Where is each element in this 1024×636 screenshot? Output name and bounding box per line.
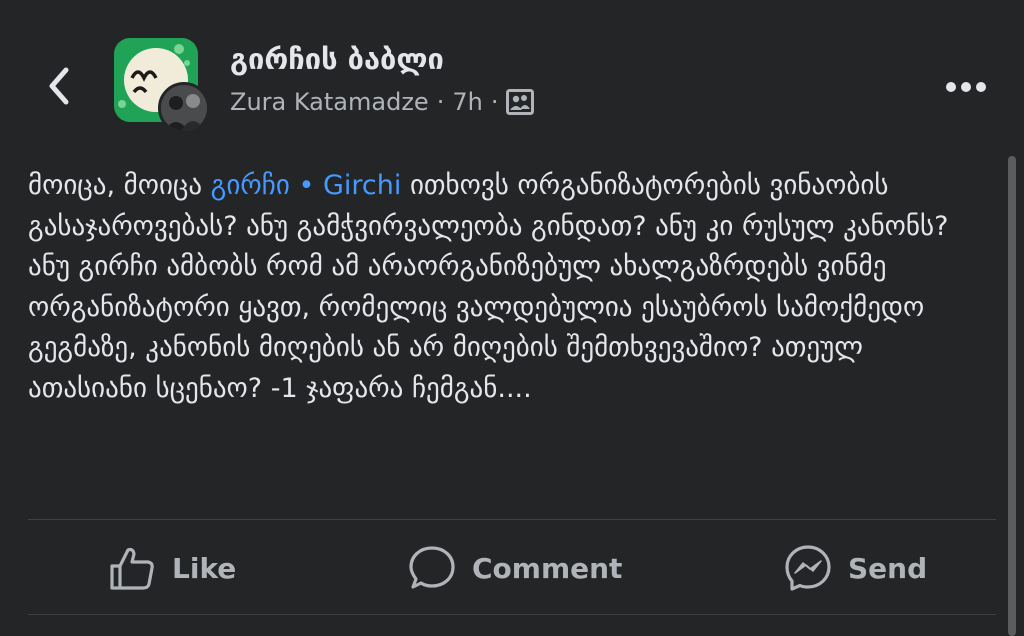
group-name[interactable]: გირჩის ბაბლი xyxy=(230,42,444,76)
author-avatar[interactable] xyxy=(158,82,210,134)
members-group-icon xyxy=(506,89,535,115)
meta-separator: · xyxy=(490,88,499,116)
chevron-left-icon xyxy=(49,67,69,105)
divider xyxy=(28,614,996,615)
scrollbar[interactable] xyxy=(1008,156,1016,636)
meta-separator: · xyxy=(436,88,445,116)
post-time[interactable]: 7h xyxy=(452,88,482,116)
more-horizontal-icon xyxy=(946,82,986,92)
post-text-body: ითხოვს ორგანიზატორების ვინაობის გასაჯარო… xyxy=(28,170,949,404)
back-button[interactable] xyxy=(38,66,78,106)
post-text: მოიცა, მოიცა გირჩი • Girchi ითხოვს ორგან… xyxy=(28,166,988,409)
comment-bubble-icon xyxy=(409,546,455,589)
avatar-stack[interactable] xyxy=(114,38,210,134)
messenger-icon xyxy=(785,545,831,591)
comment-label: Comment xyxy=(472,551,623,585)
post-text-intro: მოიცა, მოიცა xyxy=(28,170,211,201)
like-button[interactable]: Like xyxy=(108,540,236,596)
mention-link[interactable]: გირჩი • Girchi xyxy=(211,170,402,201)
send-label: Send xyxy=(848,551,928,585)
divider xyxy=(28,519,996,520)
thumbs-up-icon xyxy=(110,547,154,590)
send-button[interactable]: Send xyxy=(784,540,927,596)
post-screen: გირჩის ბაბლი Zura Katamadze · 7h · მოიცა… xyxy=(0,0,1024,636)
post-meta: Zura Katamadze · 7h · xyxy=(230,88,535,116)
people-photo-icon xyxy=(161,85,207,131)
like-label: Like xyxy=(172,551,237,585)
comment-button[interactable]: Comment xyxy=(408,540,622,596)
more-options-button[interactable] xyxy=(940,72,992,102)
author-name[interactable]: Zura Katamadze xyxy=(230,88,429,116)
